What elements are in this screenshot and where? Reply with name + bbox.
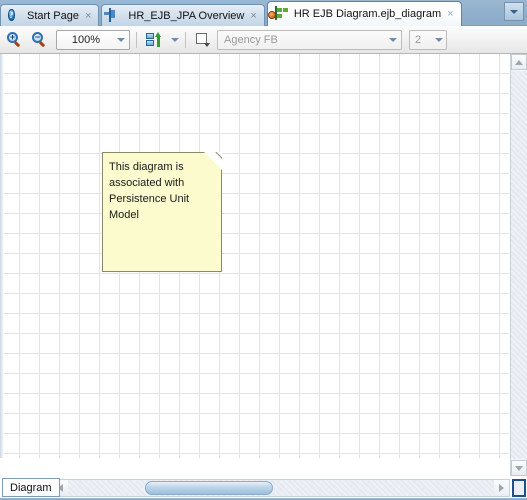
zoom-in-icon: + xyxy=(7,31,23,48)
zoom-out-button[interactable]: − xyxy=(29,29,51,51)
bottom-bar: Diagram xyxy=(0,476,527,500)
canvas-left-edge xyxy=(0,54,4,458)
scroll-up-button[interactable] xyxy=(511,54,527,70)
bottom-tab-label: Diagram xyxy=(10,481,52,494)
chevron-down-icon xyxy=(389,37,397,42)
font-size-value: 2 xyxy=(415,33,422,46)
bottom-tab-diagram[interactable]: Diagram xyxy=(2,478,60,497)
tab-label: HR_EJB_JPA Overview xyxy=(128,9,245,22)
tab-label: Start Page xyxy=(27,9,79,22)
vertical-scrollbar-track[interactable] xyxy=(511,71,527,459)
diagram-toolbar: + − 100% Agency FB 2 xyxy=(0,26,527,54)
overview-icon xyxy=(109,7,123,23)
ejb-diagram-editor: ? Start Page × HR_EJB_JPA Overview × HR … xyxy=(0,0,527,500)
horizontal-scrollbar-track[interactable] xyxy=(68,480,494,496)
horizontal-scrollbar[interactable] xyxy=(52,479,510,497)
ejb-diagram-icon xyxy=(267,6,289,21)
tab-hr-ejb-diagram[interactable]: HR EJB Diagram.ejb_diagram × xyxy=(266,1,462,26)
arrange-button[interactable] xyxy=(143,29,165,51)
chevron-down-icon xyxy=(170,37,179,42)
chevron-down-icon xyxy=(435,37,443,42)
font-name-value: Agency FB xyxy=(224,33,278,46)
zoom-in-button[interactable]: + xyxy=(4,29,26,51)
shape-tool-button[interactable] xyxy=(192,29,214,51)
font-size-combobox[interactable]: 2 xyxy=(409,29,447,50)
editor-tab-bar: ? Start Page × HR_EJB_JPA Overview × HR … xyxy=(0,0,527,26)
help-circle-icon: ? xyxy=(8,8,15,21)
toolbar-separator xyxy=(136,31,137,48)
horizontal-scrollbar-thumb[interactable] xyxy=(145,481,273,495)
arrange-dropdown-button[interactable] xyxy=(168,30,179,50)
zoom-out-icon: − xyxy=(32,31,48,48)
diagram-canvas-area[interactable]: This diagram is associated with Persiste… xyxy=(0,54,527,476)
scroll-right-button[interactable] xyxy=(494,480,509,496)
triangle-right-icon xyxy=(499,484,504,492)
font-name-combobox[interactable]: Agency FB xyxy=(217,29,402,50)
bring-to-front-icon xyxy=(146,31,162,48)
scrollbar-corner xyxy=(512,479,526,497)
shape-tool-icon xyxy=(195,32,211,48)
tab-list-dropdown-button[interactable] xyxy=(504,2,524,21)
vertical-scrollbar[interactable] xyxy=(510,54,527,476)
tab-close-icon[interactable]: × xyxy=(249,10,257,21)
tab-label: HR EJB Diagram.ejb_diagram xyxy=(293,8,442,20)
scroll-down-button[interactable] xyxy=(511,460,527,476)
tab-hr-ejb-jpa-overview[interactable]: HR_EJB_JPA Overview × xyxy=(101,4,265,26)
zoom-level-value: 100% xyxy=(71,33,101,46)
editor-tabs: ? Start Page × HR_EJB_JPA Overview × HR … xyxy=(0,0,462,26)
tab-start-page[interactable]: ? Start Page × xyxy=(0,4,100,26)
tab-close-icon[interactable]: × xyxy=(446,9,454,20)
chevron-down-icon xyxy=(510,9,518,14)
note-text: This diagram is associated with Persiste… xyxy=(109,161,190,221)
tab-close-icon[interactable]: × xyxy=(84,10,92,21)
triangle-down-icon xyxy=(515,465,523,471)
diagram-grid[interactable]: This diagram is associated with Persiste… xyxy=(0,54,509,458)
diagram-note[interactable]: This diagram is associated with Persiste… xyxy=(102,152,222,272)
zoom-level-combobox[interactable]: 100% xyxy=(56,29,130,50)
toolbar-separator xyxy=(185,31,186,48)
triangle-up-icon xyxy=(515,59,523,65)
chevron-down-icon xyxy=(117,37,125,42)
